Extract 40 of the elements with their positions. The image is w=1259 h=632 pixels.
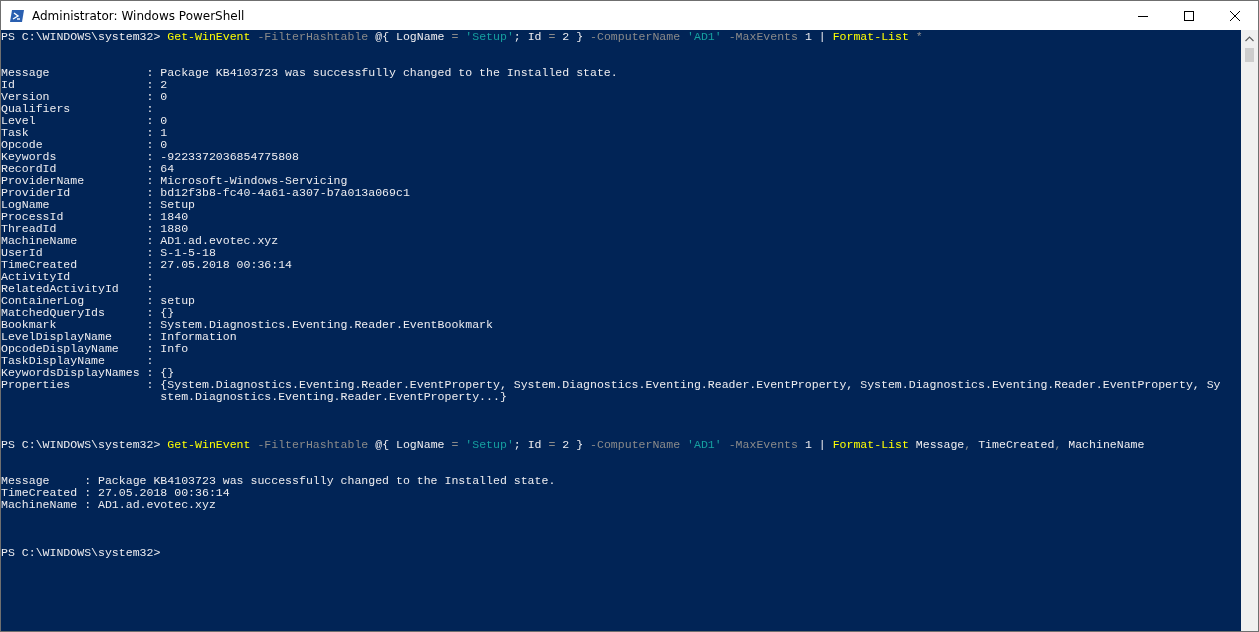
output-line: Opcode : 0 bbox=[1, 139, 169, 151]
command-line: PS C:\WINDOWS\system32> bbox=[1, 547, 162, 559]
output-line: RelatedActivityId : bbox=[1, 283, 155, 295]
output-line: Keywords : -9223372036854775808 bbox=[1, 151, 300, 163]
output-line: KeywordsDisplayNames : {} bbox=[1, 367, 176, 379]
output-line: TimeCreated : 27.05.2018 00:36:14 bbox=[1, 259, 294, 271]
output-line: stem.Diagnostics.Eventing.Reader.EventProperty...} bbox=[159, 391, 508, 403]
output-line: RecordId : 64 bbox=[1, 163, 176, 175]
command-line: PS C:\WINDOWS\system32> Get-WinEvent -FilterHashtable @{ LogName = 'Setup'; Id = 2 } -ComputerName 'AD1' -MaxEvents 1 | Format-List Message, TimeCreated, MachineName bbox=[1, 439, 1146, 451]
output-line: ActivityId : bbox=[1, 271, 155, 283]
output-line: TimeCreated : 27.05.2018 00:36:14 bbox=[1, 487, 231, 499]
output-line: OpcodeDisplayName : Info bbox=[1, 343, 190, 355]
output-line: TaskDisplayName : bbox=[1, 355, 155, 367]
output-line: LogName : Setup bbox=[1, 199, 197, 211]
output-line: MachineName : AD1.ad.evotec.xyz bbox=[1, 499, 217, 511]
output-line: LevelDisplayName : Information bbox=[1, 331, 238, 343]
close-icon bbox=[1230, 10, 1240, 21]
output-line: Message : Package KB4103723 was successfully changed to the Installed state. bbox=[1, 67, 619, 79]
output-line: ContainerLog : setup bbox=[1, 295, 197, 307]
output-line: Bookmark : System.Diagnostics.Eventing.Reader.EventBookmark bbox=[1, 319, 494, 331]
output-line: MatchedQueryIds : {} bbox=[1, 307, 176, 319]
terminal-icon bbox=[9, 7, 25, 24]
output-line: Version : 0 bbox=[1, 91, 169, 103]
maximize-icon bbox=[1184, 10, 1194, 21]
output-line: UserId : S-1-5-18 bbox=[1, 247, 217, 259]
output-line: Qualifiers : bbox=[1, 103, 155, 115]
output-line: Task : 1 bbox=[1, 127, 169, 139]
output-line: ProviderName : Microsoft-Windows-Servicing bbox=[1, 175, 349, 187]
scrollbar-thumb[interactable] bbox=[1245, 48, 1254, 62]
vertical-scrollbar[interactable] bbox=[1241, 30, 1258, 631]
output-line: Properties : {System.Diagnostics.Eventing.Reader.EventProperty, System.Diagnostics.Eventing.Reader.EventProperty, System.Diagnostics.Eventing.Reader.EventProperty, Sy bbox=[1, 379, 1222, 391]
output-line: Id : 2 bbox=[1, 79, 169, 91]
output-line: ProviderId : bd12f3b8-fc40-4a61-a307-b7a013a069c1 bbox=[1, 187, 411, 199]
output-line: ProcessId : 1840 bbox=[1, 211, 190, 223]
command-line: PS C:\WINDOWS\system32> Get-WinEvent -FilterHashtable @{ LogName = 'Setup'; Id = 2 } -ComputerName 'AD1' -MaxEvents 1 | Format-List * bbox=[1, 31, 924, 43]
output-line: MachineName : AD1.ad.evotec.xyz bbox=[1, 235, 280, 247]
output-line: Level : 0 bbox=[1, 115, 169, 127]
output-line: Message : Package KB4103723 was successfully changed to the Installed state. bbox=[1, 475, 557, 487]
output-line: ThreadId : 1880 bbox=[1, 223, 190, 235]
window-title: Administrator: Windows PowerShell bbox=[32, 8, 246, 23]
